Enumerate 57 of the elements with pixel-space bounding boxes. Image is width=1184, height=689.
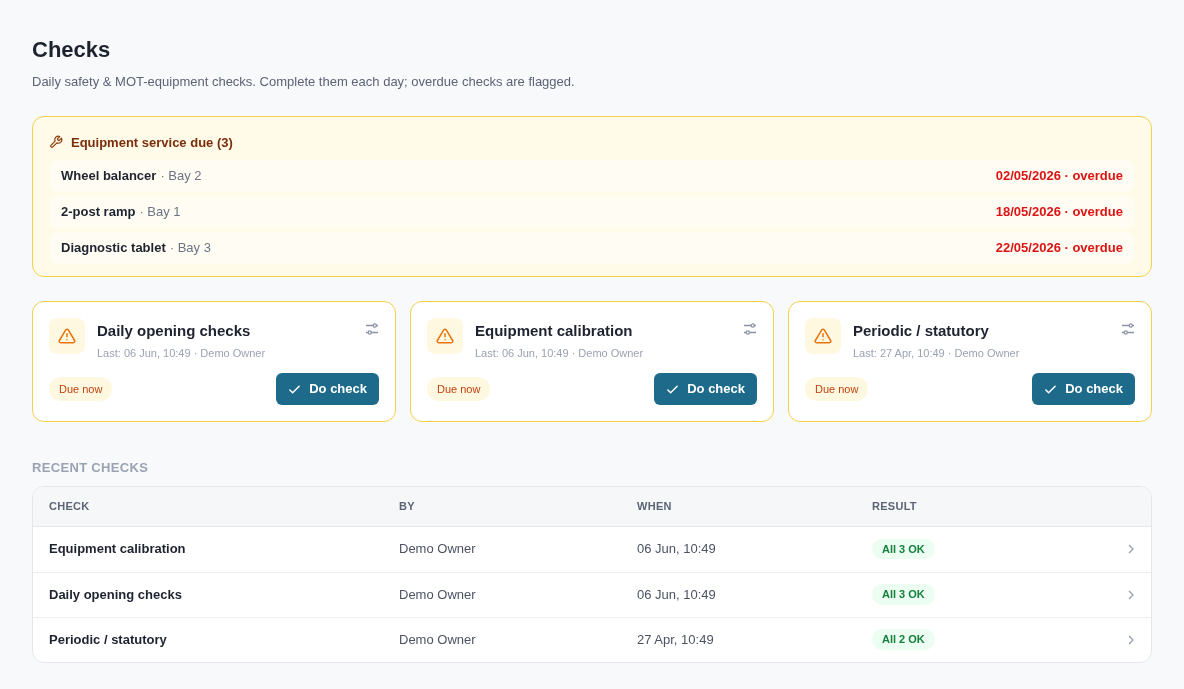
bay-label: · Bay 1	[139, 203, 181, 222]
warning-icon	[427, 318, 463, 354]
result-badge: All 3 OK	[872, 538, 935, 560]
result-badge: All 3 OK	[872, 584, 935, 605]
table-row[interactable]: Daily opening checks Demo Owner 06 Jun, 10:49 All 3 OK	[33, 571, 1151, 617]
column-header: RESULT	[872, 498, 917, 514]
service-item[interactable]: Diagnostic tablet · Bay 3 22/05/2026 · overdue	[49, 232, 1135, 264]
do-check-button[interactable]: Do check	[1032, 373, 1135, 405]
last-check: Last: 27 Apr, 10:49 · Demo Owner	[853, 345, 1020, 361]
settings-icon[interactable]	[1121, 322, 1135, 336]
due-date: 02/05/2026 · overdue	[995, 167, 1123, 186]
last-check: Last: 06 Jun, 10:49 · Demo Owner	[97, 345, 266, 361]
service-item[interactable]: 2-post ramp · Bay 1 18/05/2026 · overdue	[49, 196, 1135, 228]
settings-icon[interactable]	[365, 322, 379, 336]
table-cell-text: Demo Owner	[399, 540, 476, 559]
warning-icon	[805, 318, 841, 354]
table-cell-text: Demo Owner	[399, 630, 476, 649]
table-cell-text: 06 Jun, 10:49	[637, 540, 716, 559]
wrench-icon	[49, 135, 63, 150]
service-item[interactable]: Wheel balancer · Bay 2 02/05/2026 · overdue	[49, 160, 1135, 192]
table-cell-text: Equipment calibration	[49, 540, 186, 559]
table-cell-text: 06 Jun, 10:49	[637, 585, 716, 604]
due-date: 22/05/2026 · overdue	[995, 239, 1123, 258]
column-header: BY	[399, 498, 415, 514]
section-heading: RECENT CHECKS	[32, 459, 149, 477]
result-badge: All 2 OK	[872, 629, 935, 650]
table-cell-text: Demo Owner	[399, 585, 476, 604]
status-badge: Due now	[805, 376, 869, 402]
bay-label: · Bay 3	[169, 239, 211, 258]
table-cell-text: Periodic / statutory	[49, 630, 167, 649]
table-cell-text: Daily opening checks	[49, 585, 182, 604]
settings-icon[interactable]	[743, 322, 757, 336]
warning-icon	[49, 318, 85, 354]
column-header: WHEN	[637, 498, 672, 514]
table-cell-text: 27 Apr, 10:49	[637, 630, 714, 649]
column-header: CHECK	[49, 498, 90, 514]
panel-title: Equipment service due (3)	[71, 133, 233, 152]
page-title: Checks	[32, 36, 111, 64]
card-title: Daily opening checks	[97, 321, 251, 341]
card-title: Periodic / statutory	[853, 321, 989, 341]
table-row[interactable]: Periodic / statutory Demo Owner 27 Apr, 10:49 All 2 OK	[33, 616, 1151, 662]
status-badge: Due now	[427, 376, 491, 402]
equipment-name: Diagnostic tablet	[61, 239, 166, 258]
chevron-right-icon[interactable]	[1127, 633, 1135, 646]
chevron-right-icon[interactable]	[1127, 588, 1135, 601]
page-subtitle: Daily safety & MOT-equipment checks. Complete them each day; overdue checks are flagged.	[32, 73, 575, 91]
last-check: Last: 06 Jun, 10:49 · Demo Owner	[475, 345, 644, 361]
equipment-name: Wheel balancer	[61, 167, 157, 186]
do-check-button[interactable]: Do check	[654, 373, 757, 405]
bay-label: · Bay 2	[160, 167, 202, 186]
due-date: 18/05/2026 · overdue	[995, 203, 1123, 222]
table-row[interactable]: Equipment calibration Demo Owner 06 Jun, 10:49 All 3 OK	[33, 526, 1151, 572]
do-check-button[interactable]: Do check	[276, 373, 379, 405]
card-title: Equipment calibration	[475, 321, 633, 341]
status-badge: Due now	[49, 376, 113, 402]
equipment-name: 2-post ramp	[61, 203, 136, 222]
chevron-right-icon[interactable]	[1127, 543, 1135, 555]
